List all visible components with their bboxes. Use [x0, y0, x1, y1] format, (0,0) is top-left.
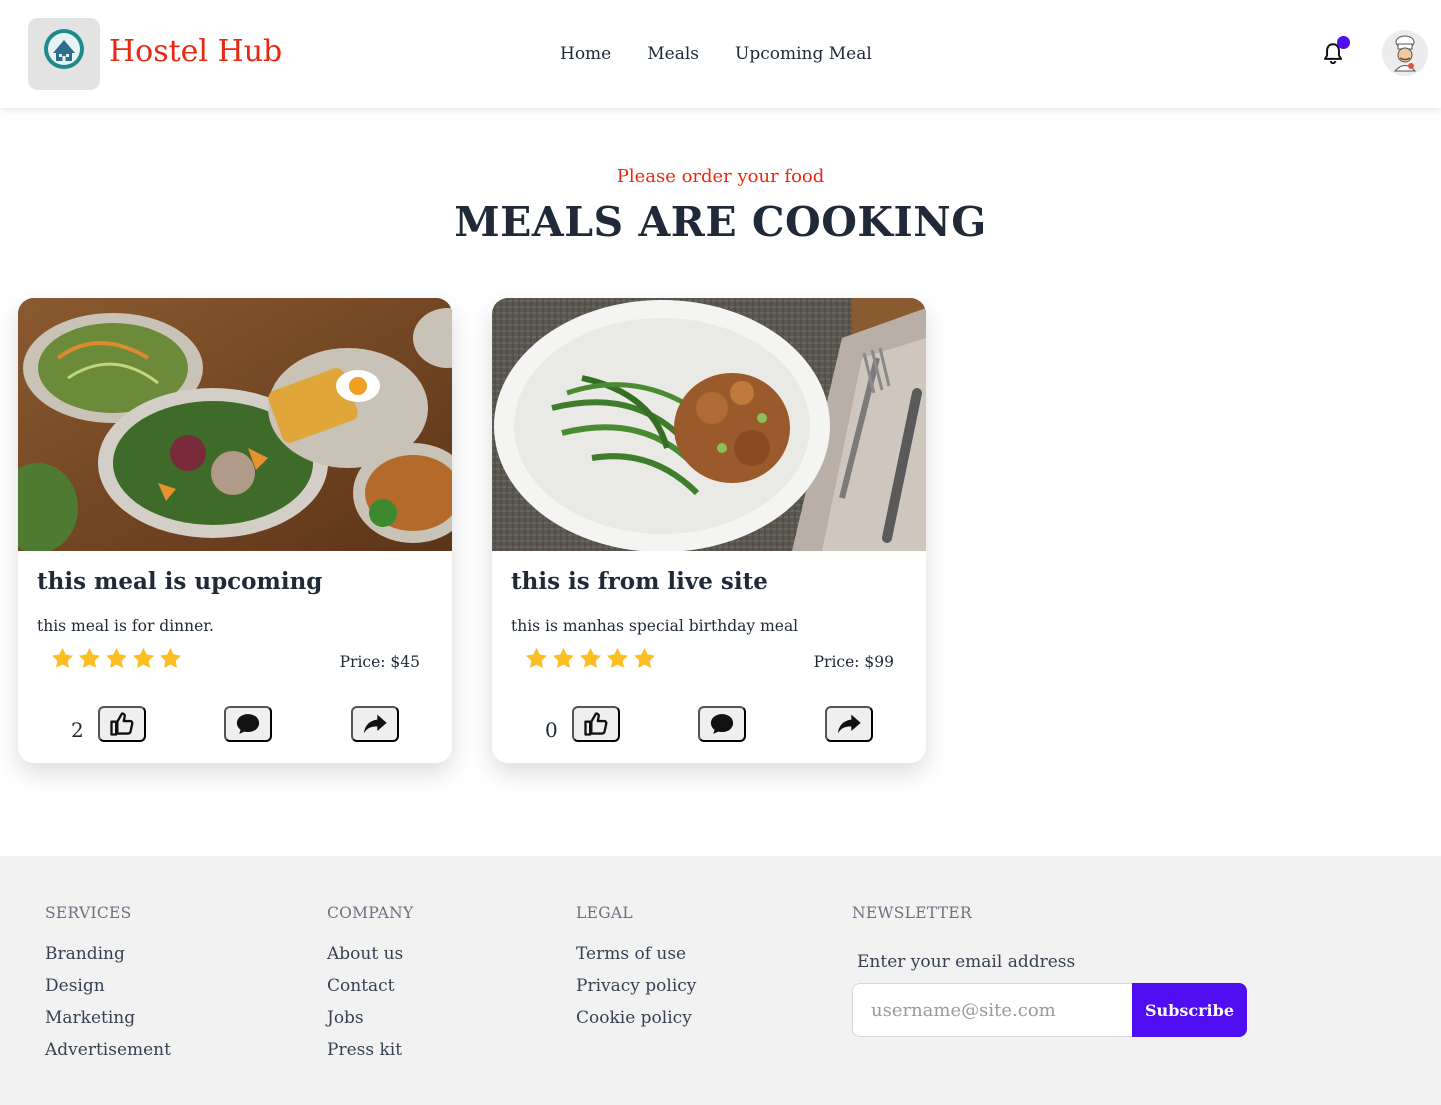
star-icon	[105, 647, 128, 668]
brand-name[interactable]: Hostel Hub	[109, 32, 282, 72]
meal-photo-icon	[18, 298, 452, 551]
meal-description: this meal is for dinner.	[37, 617, 214, 635]
comment-icon	[236, 714, 260, 734]
section-kicker: Please order your food	[616, 166, 825, 187]
meal-title[interactable]: this is from live site	[511, 566, 768, 598]
star-icon	[78, 647, 101, 668]
footer-newsletter: NEWSLETTER	[852, 902, 972, 924]
thumbs-up-icon	[584, 712, 608, 736]
nav-link-upcoming-meal[interactable]: Upcoming Meal	[735, 42, 872, 66]
star-icon	[552, 647, 575, 668]
star-icon	[159, 647, 182, 668]
footer-services: SERVICES Branding Design Marketing Adver…	[45, 902, 171, 1061]
footer-heading: LEGAL	[576, 904, 633, 922]
hostel-logo-icon	[44, 29, 84, 69]
share-icon	[837, 714, 861, 734]
star-icon	[633, 647, 656, 668]
star-icon	[51, 647, 74, 668]
subscribe-button[interactable]: Subscribe	[1132, 983, 1247, 1037]
meal-description: this is manhas special birthday meal	[511, 617, 799, 635]
footer-heading: SERVICES	[45, 904, 132, 922]
footer-link-marketing[interactable]: Marketing	[45, 1007, 171, 1029]
footer-link-press-kit[interactable]: Press kit	[327, 1039, 414, 1061]
footer-company: COMPANY About us Contact Jobs Press kit	[327, 902, 414, 1061]
footer-link-privacy[interactable]: Privacy policy	[576, 975, 696, 997]
footer-link-about[interactable]: About us	[327, 943, 414, 965]
like-count: 0	[545, 718, 558, 742]
meal-image[interactable]	[492, 298, 926, 551]
footer-link-cookie[interactable]: Cookie policy	[576, 1007, 696, 1029]
footer-heading: NEWSLETTER	[852, 904, 972, 922]
star-icon	[579, 647, 602, 668]
newsletter-email-input[interactable]	[852, 983, 1134, 1037]
like-button[interactable]	[572, 706, 620, 742]
share-icon	[363, 714, 387, 734]
newsletter-label: Enter your email address	[857, 952, 1076, 972]
footer-link-advertisement[interactable]: Advertisement	[45, 1039, 171, 1061]
footer-heading: COMPANY	[327, 904, 414, 922]
notification-dot	[1337, 36, 1350, 49]
navbar: Hostel Hub Home Meals Upcoming Meal	[0, 0, 1441, 108]
share-button[interactable]	[825, 706, 873, 742]
share-button[interactable]	[351, 706, 399, 742]
avatar[interactable]	[1382, 30, 1428, 76]
meal-price: Price: $45	[339, 653, 420, 671]
footer-link-terms[interactable]: Terms of use	[576, 943, 696, 965]
page-title: MEALS ARE COOKING	[454, 198, 987, 246]
footer-legal: LEGAL Terms of use Privacy policy Cookie…	[576, 902, 696, 1029]
footer: SERVICES Branding Design Marketing Adver…	[0, 856, 1441, 1105]
logo[interactable]	[28, 18, 100, 90]
star-icon	[132, 647, 155, 668]
meal-card[interactable]: this meal is upcoming this meal is for d…	[18, 298, 452, 763]
comment-icon	[710, 714, 734, 734]
comment-button[interactable]	[698, 706, 746, 742]
rating-stars	[524, 646, 657, 671]
meal-price: Price: $99	[813, 653, 894, 671]
meal-title[interactable]: this meal is upcoming	[37, 566, 322, 598]
meal-photo-icon	[492, 298, 926, 551]
footer-link-jobs[interactable]: Jobs	[327, 1007, 414, 1029]
like-count: 2	[71, 718, 84, 742]
rating-stars	[50, 646, 183, 671]
footer-link-design[interactable]: Design	[45, 975, 171, 997]
like-button[interactable]	[98, 706, 146, 742]
footer-link-contact[interactable]: Contact	[327, 975, 414, 997]
thumbs-up-icon	[110, 712, 134, 736]
star-icon	[606, 647, 629, 668]
star-icon	[525, 647, 548, 668]
comment-button[interactable]	[224, 706, 272, 742]
nav-link-meals[interactable]: Meals	[647, 42, 699, 66]
nav-link-home[interactable]: Home	[560, 42, 611, 66]
meal-image[interactable]	[18, 298, 452, 551]
meal-card[interactable]: this is from live site this is manhas sp…	[492, 298, 926, 763]
chef-avatar-icon	[1393, 35, 1417, 72]
footer-link-branding[interactable]: Branding	[45, 943, 171, 965]
main-nav: Home Meals Upcoming Meal	[560, 42, 872, 66]
